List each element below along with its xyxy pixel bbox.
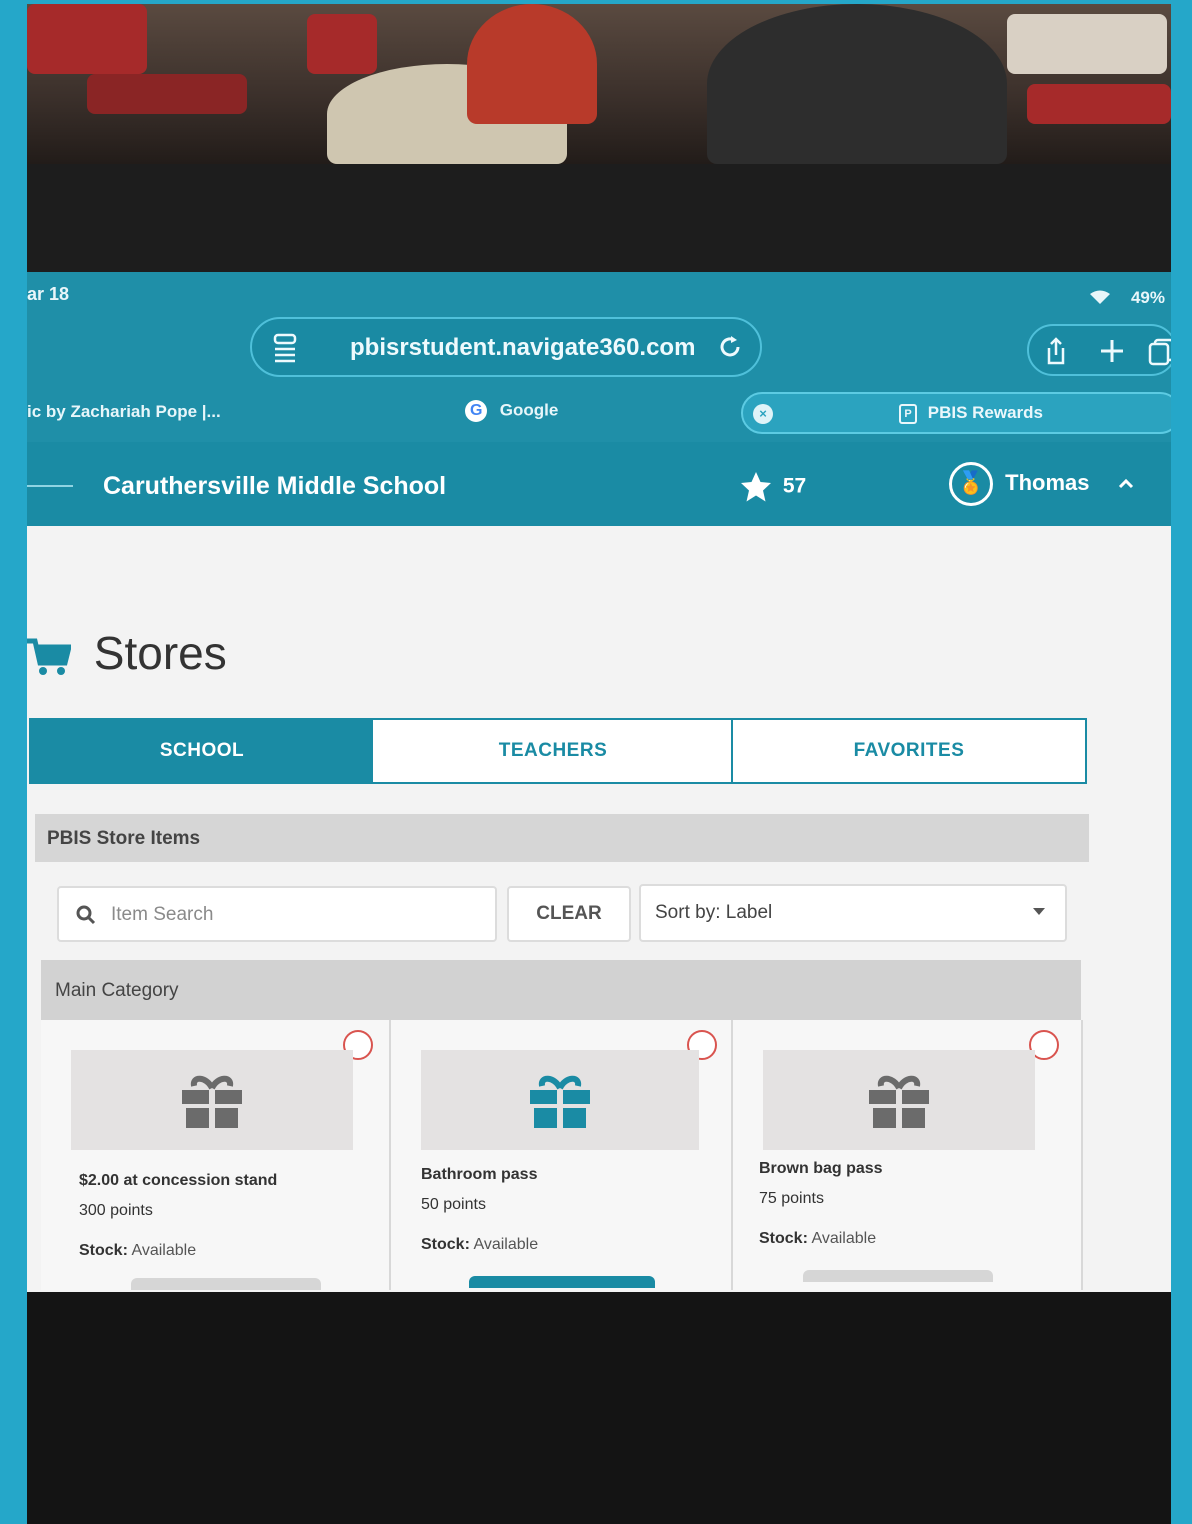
- browser-tab-label-wrap: P PBIS Rewards: [899, 403, 1043, 424]
- url-text[interactable]: pbisrstudent.navigate360.com: [350, 334, 695, 362]
- item-points: 50 points: [421, 1196, 486, 1213]
- sort-label: Sort by: Label: [655, 902, 773, 923]
- search-placeholder: Item Search: [111, 904, 214, 925]
- page-title-text: Stores: [93, 627, 227, 679]
- user-name: Thomas: [1005, 469, 1090, 495]
- store-tabs: SCHOOL TEACHERS FAVORITES: [29, 718, 1087, 784]
- share-icon[interactable]: [1041, 336, 1071, 366]
- tab-school[interactable]: SCHOOL: [31, 720, 373, 782]
- school-name: Caruthersville Middle School: [103, 472, 447, 500]
- tab-favorites[interactable]: FAVORITES: [733, 720, 1085, 782]
- cart-icon: [27, 638, 71, 675]
- page-menu-icon[interactable]: [272, 333, 298, 363]
- store-item-card[interactable]: $2.00 at concession stand 300 points Sto…: [41, 1020, 391, 1290]
- panel-title: PBIS Store Items: [47, 828, 201, 849]
- category-title: Main Category: [55, 980, 179, 1001]
- chair: [27, 4, 147, 74]
- category-header: Main Category: [41, 960, 1081, 1020]
- item-stock: Stock: Available: [759, 1230, 876, 1248]
- item-action-button[interactable]: [469, 1276, 655, 1288]
- stock-value: Available: [131, 1242, 197, 1259]
- item-action-button[interactable]: [131, 1278, 321, 1290]
- item-image: [71, 1050, 353, 1150]
- store-item-card[interactable]: Brown bag pass 75 points Stock: Availabl…: [733, 1020, 1083, 1290]
- browser-tab-label: PBIS Rewards: [927, 403, 1043, 422]
- item-stock: Stock: Available: [79, 1242, 196, 1260]
- status-time: ar 18: [27, 284, 70, 304]
- browser-tab-bar: ic by Zachariah Pope |... G Google × P P…: [27, 392, 1171, 436]
- google-icon: G: [465, 400, 487, 422]
- browser-tab[interactable]: ic by Zachariah Pope |...: [27, 402, 221, 422]
- tablet-bezel: [27, 164, 1171, 272]
- stock-value: Available: [811, 1230, 877, 1247]
- stock-label: Stock:: [421, 1236, 470, 1253]
- tabs-overview-icon[interactable]: [1147, 336, 1171, 366]
- store-item-card[interactable]: Bathroom pass 50 points Stock: Available: [391, 1020, 733, 1290]
- person: [707, 4, 1007, 164]
- pbis-favicon-icon: P: [899, 403, 917, 424]
- wifi-icon: [1090, 290, 1110, 304]
- new-tab-icon[interactable]: [1097, 336, 1127, 366]
- chevron-up-icon[interactable]: [1118, 476, 1134, 492]
- snack-bag: [467, 4, 597, 124]
- page-title: Stores: [27, 626, 227, 680]
- gift-icon: [182, 1075, 242, 1130]
- item-name: $2.00 at concession stand: [79, 1172, 278, 1189]
- chair: [1027, 84, 1171, 124]
- tablet-lower-bezel: [27, 1292, 1171, 1524]
- browser-tab-label: ic by Zachariah Pope |...: [27, 402, 221, 421]
- tab-teachers[interactable]: TEACHERS: [375, 720, 733, 782]
- stock-value: Available: [473, 1236, 539, 1253]
- classroom-background: [27, 4, 1171, 164]
- tablet-screen: ar 18 49% pbisrstudent.navigate360.com i…: [27, 272, 1171, 1292]
- status-bar: ar 18 49%: [27, 282, 1171, 310]
- menu-line[interactable]: [27, 485, 73, 487]
- search-icon: [76, 905, 96, 925]
- star-icon: [741, 472, 771, 502]
- search-input[interactable]: Item Search: [57, 886, 497, 942]
- item-name: Brown bag pass: [759, 1160, 883, 1177]
- item-image: [763, 1050, 1035, 1150]
- address-bar[interactable]: pbisrstudent.navigate360.com: [250, 317, 762, 377]
- item-stock: Stock: Available: [421, 1236, 538, 1254]
- chair: [87, 74, 247, 114]
- poster: [1007, 14, 1167, 74]
- browser-chrome: ar 18 49% pbisrstudent.navigate360.com i…: [27, 272, 1171, 526]
- browser-actions: [1027, 324, 1171, 376]
- close-tab-icon[interactable]: ×: [753, 404, 773, 424]
- stock-label: Stock:: [79, 1242, 128, 1259]
- page-content: Stores SCHOOL TEACHERS FAVORITES PBIS St…: [27, 526, 1171, 1292]
- battery-percent: 49%: [1130, 288, 1165, 307]
- chair: [307, 14, 377, 74]
- item-name: Bathroom pass: [421, 1166, 538, 1183]
- browser-tab-active[interactable]: × P PBIS Rewards: [741, 392, 1171, 434]
- browser-tab-google[interactable]: G Google: [465, 400, 558, 422]
- gift-icon: [869, 1075, 929, 1130]
- item-image: [421, 1050, 699, 1150]
- stock-label: Stock:: [759, 1230, 808, 1247]
- points-balance[interactable]: 57: [739, 470, 806, 504]
- reload-icon[interactable]: [716, 333, 744, 361]
- caret-down-icon: [1033, 908, 1045, 915]
- item-action-button[interactable]: [803, 1270, 993, 1282]
- panel-header: PBIS Store Items: [35, 814, 1089, 862]
- browser-tab-label: Google: [499, 400, 559, 420]
- item-points: 75 points: [759, 1190, 824, 1207]
- points-value: 57: [782, 474, 807, 498]
- user-menu[interactable]: 🏅 Thomas: [949, 462, 1134, 506]
- gift-icon: [530, 1075, 590, 1130]
- photo-frame: ar 18 49% pbisrstudent.navigate360.com i…: [27, 4, 1171, 1524]
- app-header: Caruthersville Middle School 57 🏅 Thomas: [27, 442, 1171, 526]
- sort-select[interactable]: Sort by: Label: [639, 884, 1067, 942]
- medal-avatar-icon: 🏅: [949, 462, 993, 506]
- clear-button[interactable]: CLEAR: [507, 886, 631, 942]
- store-items-panel: PBIS Store Items Item Search CLEAR Sort …: [35, 814, 1089, 1292]
- item-points: 300 points: [79, 1202, 153, 1219]
